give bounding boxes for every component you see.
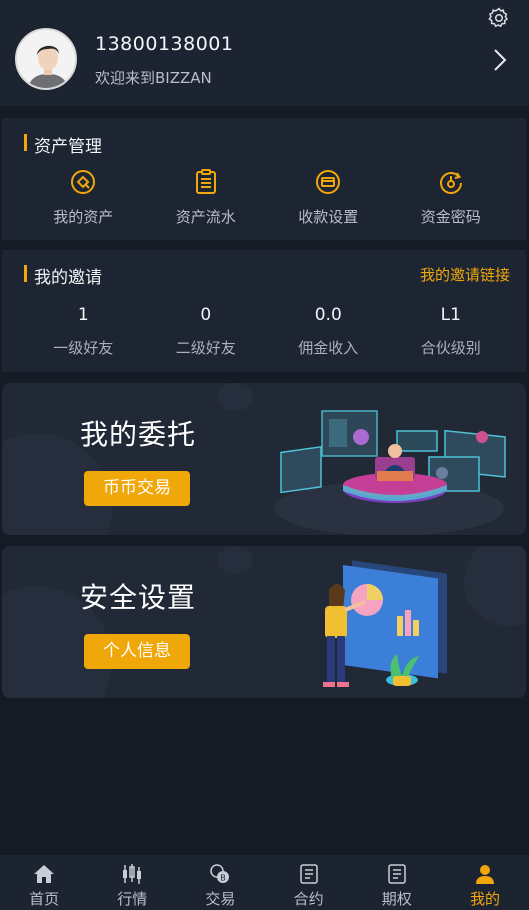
spot-trade-button[interactable]: 币币交易 [84,471,190,506]
nav-label: 我的 [469,890,500,908]
payment-settings-button[interactable]: 收款设置 [267,168,390,227]
asset-grid: 我的资产 资产流水 收款设置 资金密码 [2,168,526,227]
asset-section-title: 资产管理 [24,132,102,157]
nav-label: 期权 [381,890,412,908]
nav-mine[interactable]: 我的 [441,855,529,910]
asset-management-card: 资产管理 我的资产 资产流水 收款设置 资金密码 [2,118,526,240]
trading-desk-illustration [280,410,506,503]
contract-icon [299,864,318,884]
invite-stat: 0.0 佣金收入 [267,305,390,358]
password-icon [439,172,462,194]
banner-title: 安全设置 [80,581,197,614]
invite-stats: 1 一级好友 0 二级好友 0.0 佣金收入 L1 合伙级别 [2,305,526,358]
invite-stat: 0 二级好友 [145,305,268,358]
asset-item-label: 资产流水 [175,208,236,226]
fund-password-button[interactable]: 资金密码 [390,168,513,227]
nav-market[interactable]: 行情 [88,855,176,910]
decor-circle [217,546,253,574]
my-orders-banner[interactable]: 我的委托 币币交易 [2,383,526,535]
nav-trade[interactable]: B 交易 [176,855,264,910]
my-assets-button[interactable]: 我的资产 [22,168,145,227]
asset-ledger-button[interactable]: 资产流水 [145,168,268,227]
avatar[interactable] [15,28,77,90]
invite-stat: L1 合伙级别 [390,305,513,358]
asset-item-label: 我的资产 [53,208,114,226]
chevron-right-icon[interactable] [489,47,511,73]
invite-stat-value: 1 [77,305,89,325]
settings-icon[interactable] [487,6,511,30]
invite-stat-value: 0 [200,305,212,325]
personal-info-button[interactable]: 个人信息 [84,634,190,669]
user-icon [475,865,494,884]
security-settings-banner[interactable]: 安全设置 个人信息 [2,546,526,698]
decor-circle [464,546,526,626]
home-icon [34,865,55,883]
asset-item-label: 资金密码 [420,208,481,226]
exchange-icon: B [210,864,230,883]
invite-stat: 1 一级好友 [22,305,145,358]
nav-label: 交易 [205,890,236,908]
nav-option[interactable]: 期权 [353,855,441,910]
invite-section-title: 我的邀请 [24,263,102,288]
nav-label: 行情 [117,890,148,908]
avatar-image [17,30,75,88]
invite-link[interactable]: 我的邀请链接 [420,264,510,285]
presentation-illustration [323,560,447,687]
nav-home[interactable]: 首页 [0,855,88,910]
ledger-icon [195,169,216,194]
decor-circle [217,383,253,411]
bottom-nav: 首页 行情 B 交易 合约 期权 我的 [0,855,529,910]
svg-text:B: B [221,874,227,883]
invite-card: 我的邀请 我的邀请链接 1 一级好友 0 二级好友 0.0 佣金收入 L1 合伙… [2,250,526,372]
asset-item-label: 收款设置 [298,208,359,226]
banner-title: 我的委托 [80,418,197,451]
nav-contract[interactable]: 合约 [265,855,353,910]
welcome-text: 欢迎来到BIZZAN [95,69,212,87]
option-icon [388,864,406,884]
nav-label: 合约 [293,890,324,908]
invite-stat-label: 合伙级别 [420,339,481,357]
card-icon [316,170,341,194]
invite-stat-value: 0.0 [314,305,342,325]
candlestick-icon [123,864,142,884]
invite-stat-label: 二级好友 [175,339,236,357]
asset-icon [71,170,96,194]
nav-label: 首页 [29,890,60,908]
phone-number: 13800138001 [95,33,234,55]
invite-stat-label: 一级好友 [53,339,114,357]
invite-stat-label: 佣金收入 [298,339,359,357]
profile-header: 13800138001 欢迎来到BIZZAN [0,0,529,106]
invite-stat-value: L1 [440,305,461,325]
